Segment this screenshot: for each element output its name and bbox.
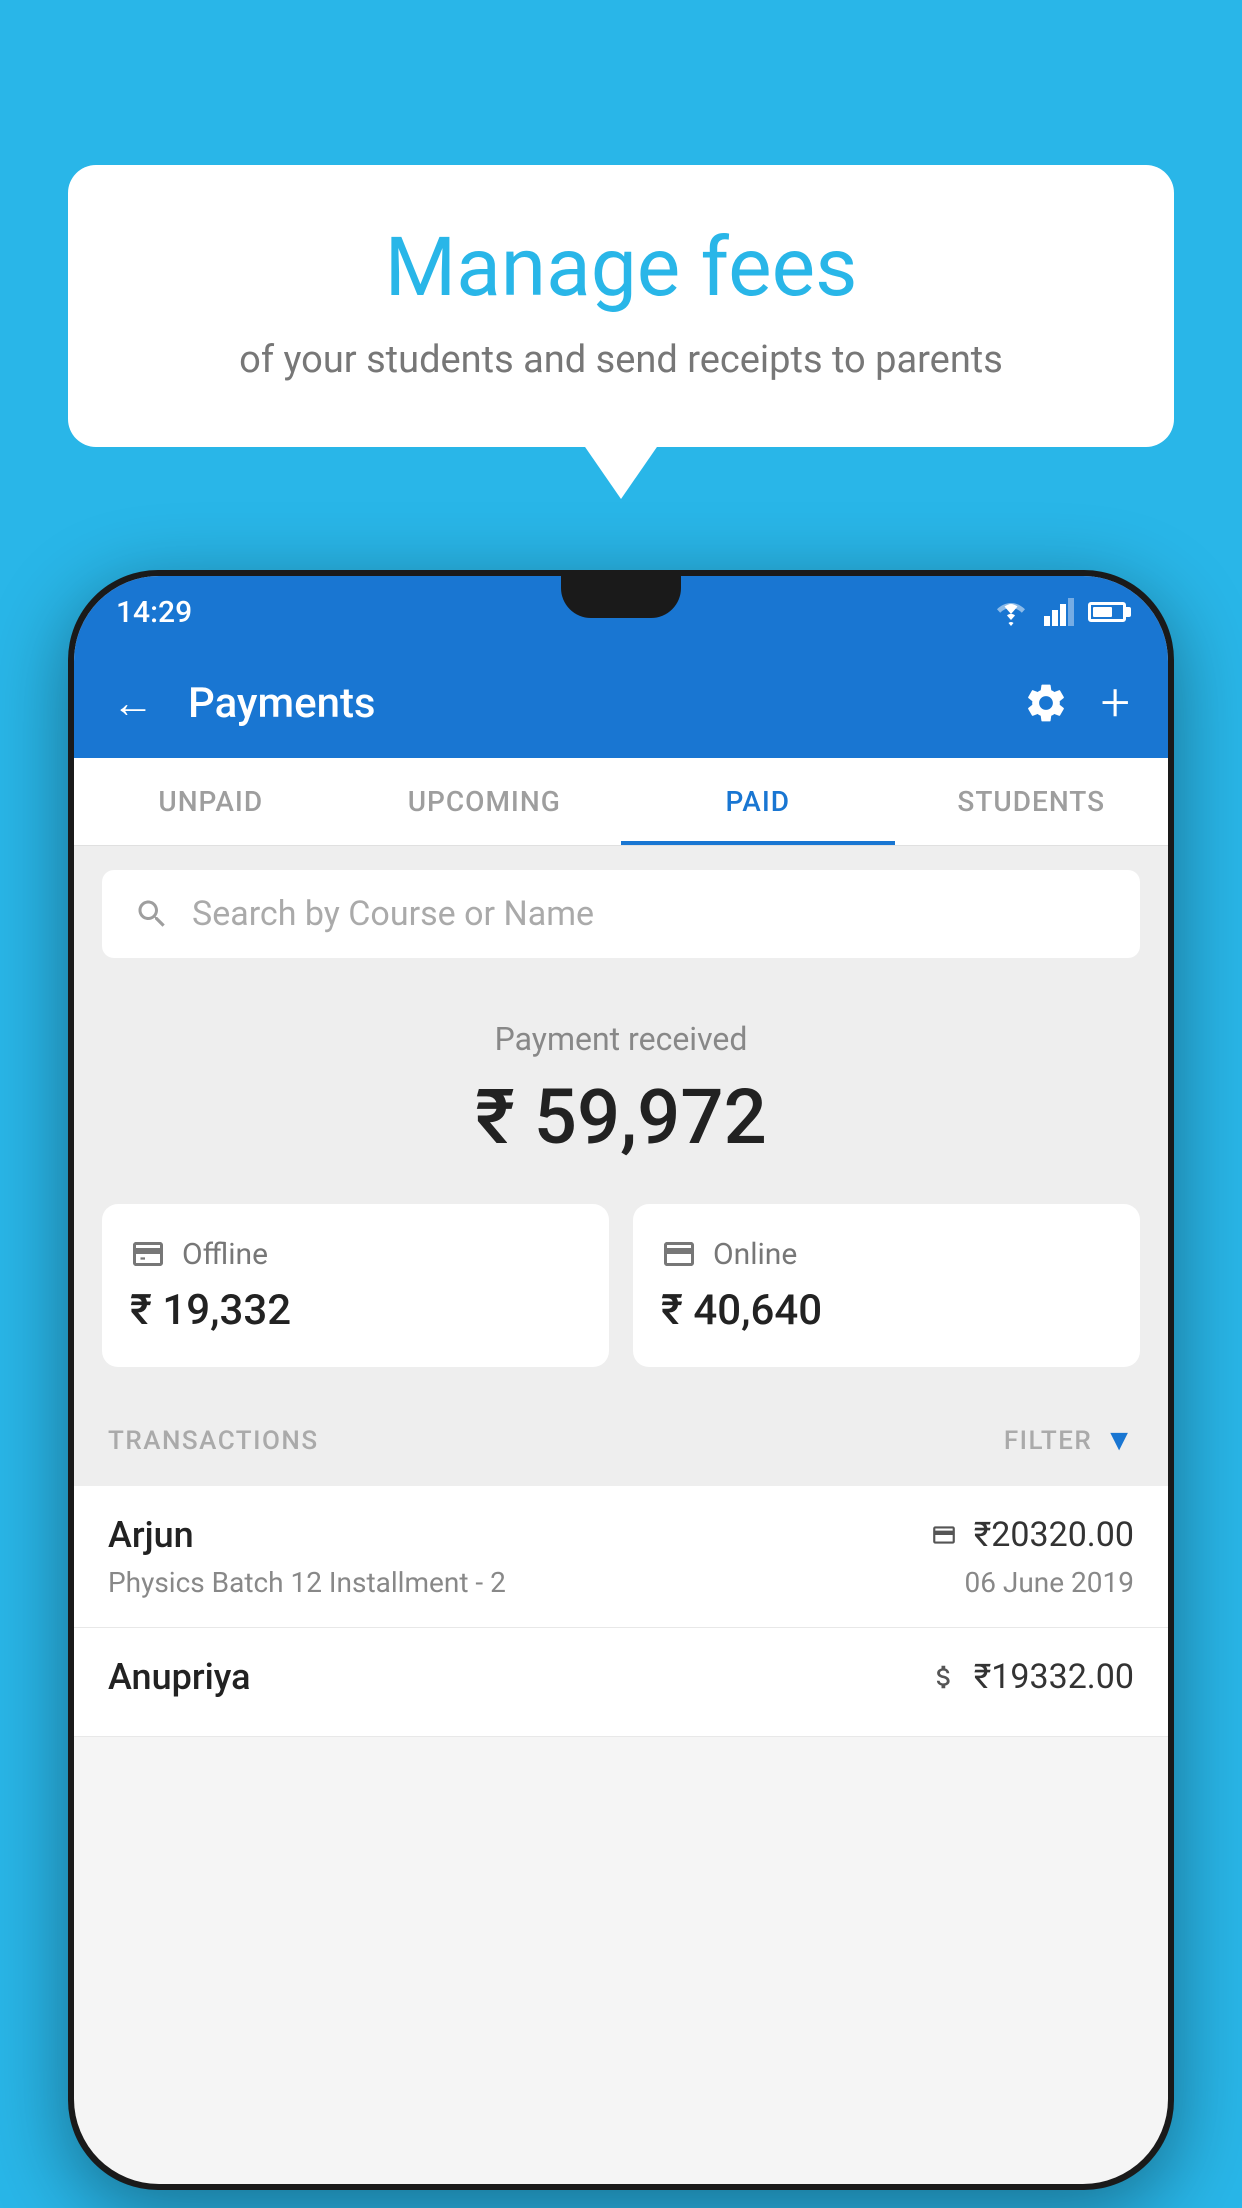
status-icons — [992, 598, 1126, 626]
app-bar-title: Payments — [188, 679, 999, 728]
transaction-bottom-arjun: Physics Batch 12 Installment - 2 06 June… — [108, 1566, 1134, 1599]
bubble-title: Manage fees — [128, 220, 1114, 316]
online-icon — [661, 1236, 697, 1272]
phone-inner: 14:29 — [74, 576, 1168, 2184]
bubble-subtitle: of your students and send receipts to pa… — [128, 338, 1114, 382]
search-placeholder: Search by Course or Name — [192, 894, 594, 934]
app-bar: ← Payments + — [74, 648, 1168, 758]
transactions-label: TRANSACTIONS — [108, 1426, 319, 1456]
transaction-date-arjun: 06 June 2019 — [964, 1566, 1134, 1599]
offline-icon — [130, 1236, 166, 1272]
speech-bubble: Manage fees of your students and send re… — [68, 165, 1174, 447]
offline-label: Offline — [182, 1237, 268, 1272]
payment-label: Payment received — [74, 1020, 1168, 1058]
tab-unpaid[interactable]: UNPAID — [74, 758, 348, 845]
transaction-top-anupriya: Anupriya ₹19332.00 — [108, 1656, 1134, 1698]
status-time: 14:29 — [116, 595, 192, 630]
card-header-offline: Offline — [130, 1236, 581, 1272]
payment-received: Payment received ₹ 59,972 — [74, 982, 1168, 1204]
back-button[interactable]: ← — [112, 679, 154, 728]
payment-cards: Offline ₹ 19,332 Online ₹ 40,640 — [74, 1204, 1168, 1395]
notch — [561, 576, 681, 618]
signal-icon — [1044, 598, 1074, 626]
transaction-row-anupriya[interactable]: Anupriya ₹19332.00 — [74, 1628, 1168, 1737]
transaction-top-arjun: Arjun ₹20320.00 — [108, 1514, 1134, 1556]
gear-icon[interactable] — [1023, 680, 1069, 726]
filter-icon: ▼ — [1104, 1423, 1134, 1458]
payment-type-icon-anupriya — [926, 1662, 962, 1692]
tab-paid[interactable]: PAID — [621, 758, 895, 845]
filter-label: FILTER — [1004, 1426, 1092, 1456]
filter-container[interactable]: FILTER ▼ — [1004, 1423, 1134, 1458]
online-payment-card: Online ₹ 40,640 — [633, 1204, 1140, 1367]
wifi-icon — [992, 598, 1030, 626]
app-bar-icons: + — [1023, 677, 1130, 729]
payment-type-icon-arjun — [926, 1522, 962, 1548]
search-container: Search by Course or Name — [74, 846, 1168, 982]
battery-icon — [1088, 602, 1126, 622]
transaction-amount-container-arjun: ₹20320.00 — [926, 1515, 1134, 1555]
offline-payment-card: Offline ₹ 19,332 — [102, 1204, 609, 1367]
payment-amount: ₹ 59,972 — [74, 1072, 1168, 1162]
transaction-amount-arjun: ₹20320.00 — [974, 1515, 1134, 1555]
tab-students[interactable]: STUDENTS — [895, 758, 1169, 845]
transaction-amount-container-anupriya: ₹19332.00 — [926, 1657, 1134, 1697]
tabs-bar: UNPAID UPCOMING PAID STUDENTS — [74, 758, 1168, 846]
search-icon — [134, 896, 170, 932]
student-name-arjun: Arjun — [108, 1514, 194, 1556]
tab-upcoming[interactable]: UPCOMING — [348, 758, 622, 845]
transaction-amount-anupriya: ₹19332.00 — [974, 1657, 1134, 1697]
card-header-online: Online — [661, 1236, 1112, 1272]
online-amount: ₹ 40,640 — [661, 1286, 1112, 1335]
student-name-anupriya: Anupriya — [108, 1656, 251, 1698]
phone-frame: 14:29 — [68, 570, 1174, 2190]
search-box[interactable]: Search by Course or Name — [102, 870, 1140, 958]
transactions-header: TRANSACTIONS FILTER ▼ — [74, 1395, 1168, 1486]
transaction-row-arjun[interactable]: Arjun ₹20320.00 Physics Batch 12 Install… — [74, 1486, 1168, 1628]
add-button[interactable]: + — [1101, 677, 1130, 729]
offline-amount: ₹ 19,332 — [130, 1286, 581, 1335]
online-label: Online — [713, 1237, 797, 1272]
status-bar: 14:29 — [74, 576, 1168, 648]
course-info-arjun: Physics Batch 12 Installment - 2 — [108, 1566, 506, 1599]
